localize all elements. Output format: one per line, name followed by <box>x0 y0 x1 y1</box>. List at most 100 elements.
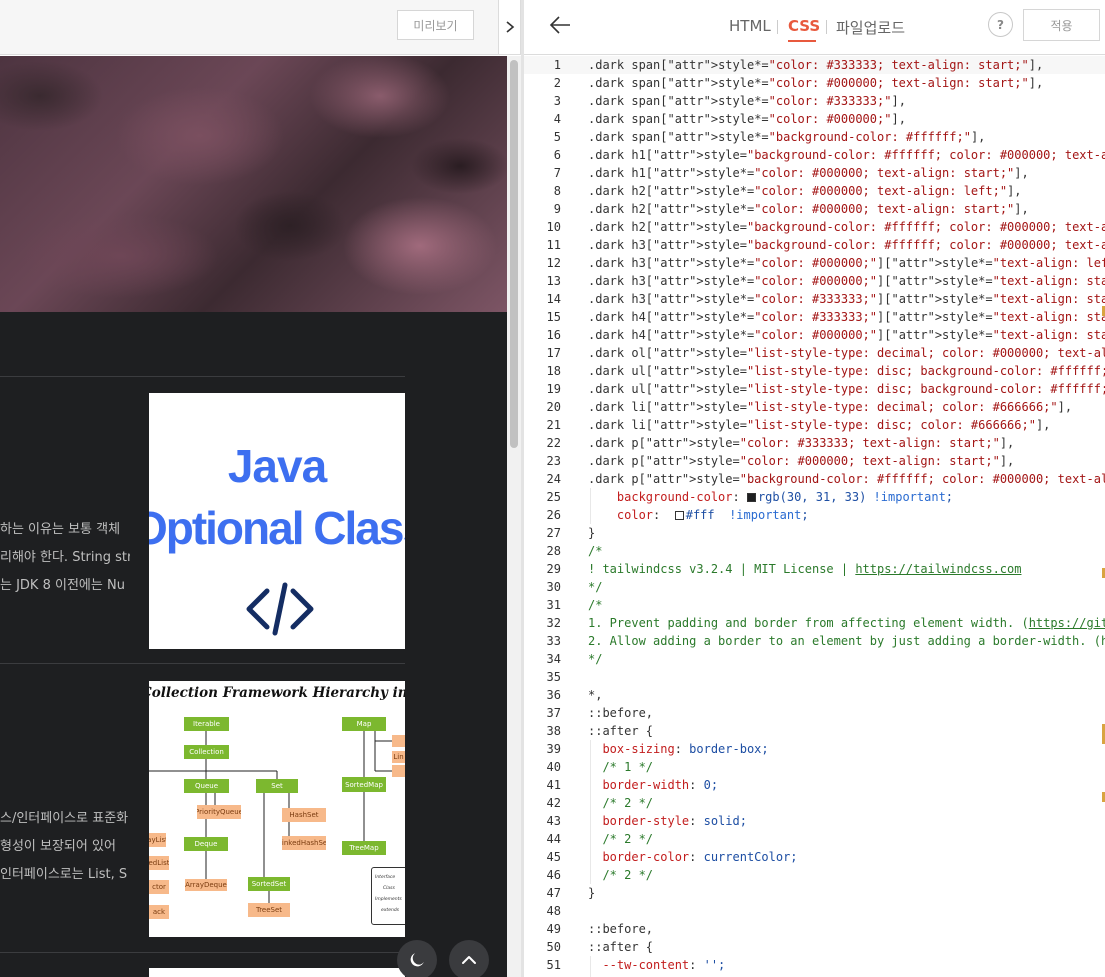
chevron-up-icon[interactable] <box>449 940 489 977</box>
code-line[interactable]: 50::after { <box>524 938 1105 956</box>
code-line[interactable]: 46 /* 2 */ <box>524 866 1105 884</box>
code-line[interactable]: 28 /* <box>524 542 1105 560</box>
code-line[interactable]: 26 color: #fff !important; <box>524 506 1105 524</box>
code-line[interactable]: 1 .dark span["attr">style*="color: #33333… <box>524 56 1105 74</box>
code-line[interactable]: 45 border-color: currentColor; <box>524 848 1105 866</box>
code-line[interactable]: 18 .dark ul["attr">style="list-style-type… <box>524 362 1105 380</box>
code-line[interactable]: 30 */ <box>524 578 1105 596</box>
post-thumbnail[interactable]: Java Optional Class <box>149 393 405 649</box>
code-line[interactable]: 22 .dark p["attr">style="color: #333333; … <box>524 434 1105 452</box>
line-number: 15 <box>546 310 561 324</box>
line-number: 32 <box>546 616 561 630</box>
code-line[interactable]: 31 /* <box>524 596 1105 614</box>
preview-page[interactable]: 하는 이유는 보통 객체 리해야 한다. String str 는 JDK 8 … <box>0 56 507 977</box>
code-text: .dark p["attr">style="background-color: … <box>588 472 1105 486</box>
code-line[interactable]: 24 .dark p["attr">style="background-color… <box>524 470 1105 488</box>
code-line[interactable]: 9 .dark h2["attr">style*="color: #000000;… <box>524 200 1105 218</box>
code-line[interactable]: 35 <box>524 668 1105 686</box>
tab-file-upload[interactable]: 파일업로드 <box>836 17 905 38</box>
code-line[interactable]: 3 .dark span["attr">style*="color: #33333… <box>524 92 1105 110</box>
code-text: .dark span["attr">style*="color: #333333… <box>588 58 1044 72</box>
line-number: 26 <box>546 508 561 522</box>
post-excerpt[interactable]: 하는 이유는 보통 객체 리해야 한다. String str 는 JDK 8 … <box>0 516 130 600</box>
code-line[interactable]: 29 ! tailwindcss v3.2.4 | MIT License | h… <box>524 560 1105 578</box>
code-line[interactable]: 43 border-style: solid; <box>524 812 1105 830</box>
preview-button[interactable]: 미리보기 <box>397 10 474 40</box>
code-line[interactable]: 32 1. Prevent padding and border from aff… <box>524 614 1105 632</box>
css-code-editor[interactable]: 1 .dark span["attr">style*="color: #33333… <box>524 56 1105 977</box>
hierarchy-node: ArrayDeque <box>185 879 227 891</box>
tab-html[interactable]: HTML <box>729 17 771 35</box>
code-line[interactable]: 44 /* 2 */ <box>524 830 1105 848</box>
code-text: */ <box>588 652 603 666</box>
code-line[interactable]: 13 .dark h3["attr">style*="color: #000000… <box>524 272 1105 290</box>
code-text: .dark h2["attr">style*="color: #000000; … <box>588 184 1022 198</box>
code-line[interactable]: 41 border-width: 0; <box>524 776 1105 794</box>
code-line[interactable]: 6 .dark h1["attr">style="background-color… <box>524 146 1105 164</box>
code-line[interactable]: 51 --tw-content: ''; <box>524 956 1105 974</box>
code-text: border-width: 0; <box>602 778 719 792</box>
code-line[interactable]: 38::after { <box>524 722 1105 740</box>
arrow-left-icon[interactable] <box>546 11 574 39</box>
code-text: background-color: rgb(30, 31, 33) !impor… <box>616 490 954 504</box>
code-line[interactable]: 19 .dark ul["attr">style="list-style-type… <box>524 380 1105 398</box>
code-line[interactable]: 27} <box>524 524 1105 542</box>
chevron-right-icon[interactable] <box>498 0 521 55</box>
line-number: 28 <box>546 544 561 558</box>
code-line[interactable]: 4 .dark span["attr">style*="color: #00000… <box>524 110 1105 128</box>
legend-item: Class <box>383 886 395 891</box>
code-line[interactable]: 11 .dark h3["attr">style="background-colo… <box>524 236 1105 254</box>
hierarchy-node: Collection <box>184 745 229 759</box>
tab-css[interactable]: CSS <box>788 17 820 35</box>
code-line[interactable]: 33 2. Allow adding a border to an element… <box>524 632 1105 650</box>
help-button[interactable]: ? <box>988 12 1013 37</box>
code-text: border-style: solid; <box>602 814 747 828</box>
code-line[interactable]: 14 .dark h3["attr">style*="color: #333333… <box>524 290 1105 308</box>
code-line[interactable]: 12 .dark h3["attr">style*="color: #000000… <box>524 254 1105 272</box>
code-line[interactable]: 8 .dark h2["attr">style*="color: #000000;… <box>524 182 1105 200</box>
line-number: 42 <box>546 796 561 810</box>
code-line[interactable]: 21 .dark li["attr">style="list-style-type… <box>524 416 1105 434</box>
line-number: 48 <box>546 904 561 918</box>
code-line[interactable]: 48 <box>524 902 1105 920</box>
line-number: 2 <box>553 76 561 90</box>
code-line[interactable]: 7 .dark h1["attr">style*="color: #000000;… <box>524 164 1105 182</box>
line-number: 10 <box>546 220 561 234</box>
code-line[interactable]: 34 */ <box>524 650 1105 668</box>
line-number: 44 <box>546 832 561 846</box>
code-line[interactable]: 25 background-color: rgb(30, 31, 33) !im… <box>524 488 1105 506</box>
line-number: 25 <box>546 490 561 504</box>
line-number: 24 <box>546 472 561 486</box>
code-line[interactable]: 40 /* 1 */ <box>524 758 1105 776</box>
code-text: ::before, <box>588 706 654 720</box>
code-line[interactable]: 49::before, <box>524 920 1105 938</box>
code-line[interactable]: 20 .dark li["attr">style="list-style-type… <box>524 398 1105 416</box>
code-line[interactable]: 5 .dark span["attr">style*="background-co… <box>524 128 1105 146</box>
line-number: 13 <box>546 274 561 288</box>
code-line[interactable]: 2 .dark span["attr">style*="color: #00000… <box>524 74 1105 92</box>
post-excerpt[interactable]: 스/인터페이스로 표준화 형성이 보장되어 있어 인터페이스로는 List, S <box>0 805 130 889</box>
code-text: /* <box>588 544 603 558</box>
post-thumbnail[interactable]: Collection Framework Hierarchy in Java <box>149 681 405 937</box>
preview-scrollbar-thumb[interactable] <box>510 60 518 448</box>
code-line[interactable]: 10 .dark h2["attr">style="background-colo… <box>524 218 1105 236</box>
code-text: .dark h1["attr">style*="color: #000000; … <box>588 166 1029 180</box>
excerpt-line: 스/인터페이스로 표준화 <box>0 811 129 826</box>
code-text: } <box>588 526 596 540</box>
code-line[interactable]: 17 .dark ol["attr">style="list-style-type… <box>524 344 1105 362</box>
code-text: .dark p["attr">style="color: #000000; te… <box>588 454 1015 468</box>
code-line[interactable]: 39 box-sizing: border-box; <box>524 740 1105 758</box>
code-text: .dark h3["attr">style*="color: #000000;"… <box>588 256 1105 270</box>
code-line[interactable]: 42 /* 2 */ <box>524 794 1105 812</box>
code-line[interactable]: 47} <box>524 884 1105 902</box>
code-line[interactable]: 16 .dark h4["attr">style*="color: #000000… <box>524 326 1105 344</box>
code-line[interactable]: 37::before, <box>524 704 1105 722</box>
legend-item: extends <box>381 908 400 913</box>
moon-icon[interactable] <box>397 940 437 977</box>
hierarchy-node: Deque <box>184 837 228 851</box>
apply-button[interactable]: 적용 <box>1023 9 1100 41</box>
code-line[interactable]: 36 *, <box>524 686 1105 704</box>
post-thumbnail[interactable] <box>149 968 405 977</box>
code-line[interactable]: 15 .dark h4["attr">style*="color: #333333… <box>524 308 1105 326</box>
code-line[interactable]: 23 .dark p["attr">style="color: #000000; … <box>524 452 1105 470</box>
